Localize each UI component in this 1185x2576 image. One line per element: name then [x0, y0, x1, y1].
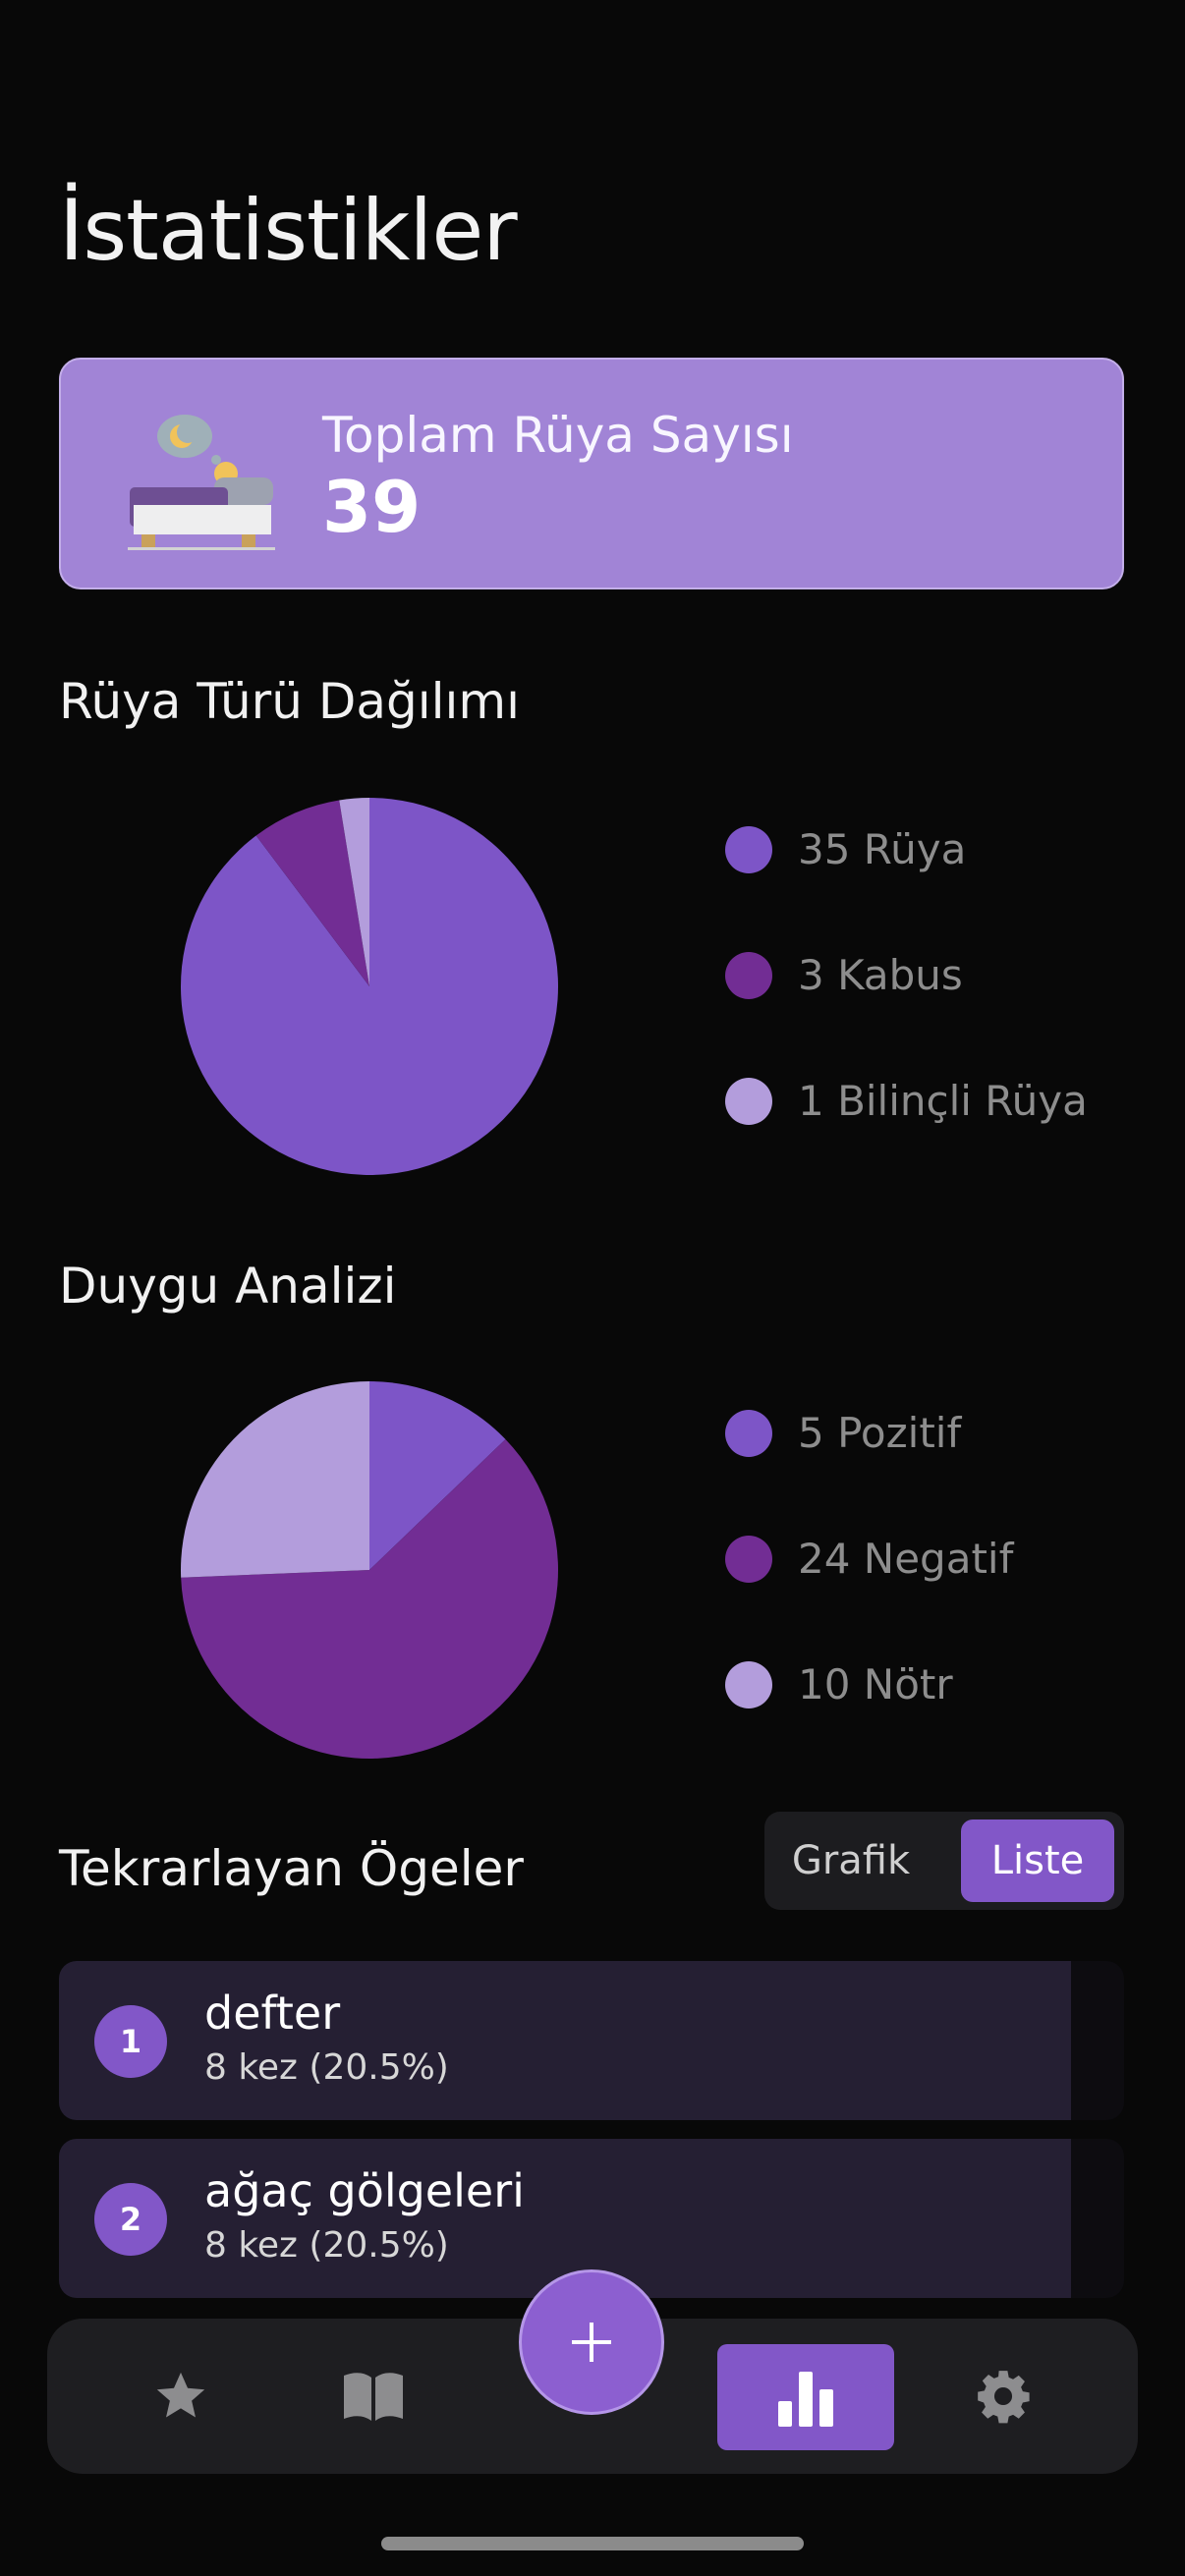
legend-dot	[725, 1535, 772, 1583]
page-title: İstatistikler	[59, 182, 518, 280]
star-icon[interactable]	[151, 2368, 210, 2425]
add-dream-button[interactable]	[519, 2269, 664, 2415]
legend-label: 5 Pozitif	[798, 1409, 962, 1457]
legend-label: 10 Nötr	[798, 1660, 953, 1708]
bar-chart-icon	[778, 2372, 833, 2427]
emotion-analysis-title: Duygu Analizi	[59, 1258, 397, 1315]
legend-item: 24 Negatif	[725, 1535, 1013, 1583]
legend-label: 3 Kabus	[798, 951, 963, 999]
legend-label: 35 Rüya	[798, 825, 967, 873]
legend-dot	[725, 1077, 772, 1125]
legend-item: 10 Nötr	[725, 1660, 953, 1708]
toggle-liste[interactable]: Liste	[961, 1820, 1114, 1902]
tab-statistics[interactable]	[717, 2344, 894, 2450]
gear-icon[interactable]	[973, 2366, 1034, 2427]
legend-dot	[725, 1409, 772, 1457]
legend-item: 1 Bilinçli Rüya	[725, 1077, 1088, 1125]
rank-badge: 1	[94, 2005, 167, 2078]
legend-label: 1 Bilinçli Rüya	[798, 1077, 1088, 1125]
item-name: ağaç gölgeleri	[204, 2164, 525, 2217]
emotion-slice	[181, 1381, 369, 1578]
legend-item: 35 Rüya	[725, 825, 966, 873]
item-count: 8 kez (20.5%)	[204, 2047, 449, 2088]
legend-dot	[725, 825, 772, 873]
plus-icon	[572, 2323, 611, 2362]
legend-item: 3 Kabus	[725, 951, 963, 999]
item-count: 8 kez (20.5%)	[204, 2225, 449, 2266]
recurring-elements-title: Tekrarlayan Ögeler	[59, 1840, 524, 1897]
view-toggle: Grafik Liste	[764, 1812, 1124, 1910]
sleeping-bed-icon	[128, 415, 275, 550]
emotion-pie-chart	[181, 1381, 559, 1759]
legend-dot	[725, 951, 772, 999]
home-indicator	[381, 2537, 804, 2550]
book-icon[interactable]	[340, 2370, 407, 2423]
total-dreams-value: 39	[322, 466, 422, 548]
dream-type-pie-chart	[181, 798, 559, 1175]
frequency-bar	[59, 1961, 1071, 2120]
dream-type-title: Rüya Türü Dağılımı	[59, 673, 520, 730]
total-dreams-card: Toplam Rüya Sayısı 39	[59, 358, 1124, 589]
total-dreams-label: Toplam Rüya Sayısı	[322, 407, 794, 464]
legend-item: 5 Pozitif	[725, 1409, 961, 1457]
item-name: defter	[204, 1987, 341, 2040]
rank-badge: 2	[94, 2183, 167, 2256]
legend-dot	[725, 1660, 772, 1708]
legend-label: 24 Negatif	[798, 1535, 1014, 1583]
toggle-grafik[interactable]: Grafik	[778, 1820, 924, 1902]
list-item[interactable]: 1 defter 8 kez (20.5%)	[59, 1961, 1124, 2120]
